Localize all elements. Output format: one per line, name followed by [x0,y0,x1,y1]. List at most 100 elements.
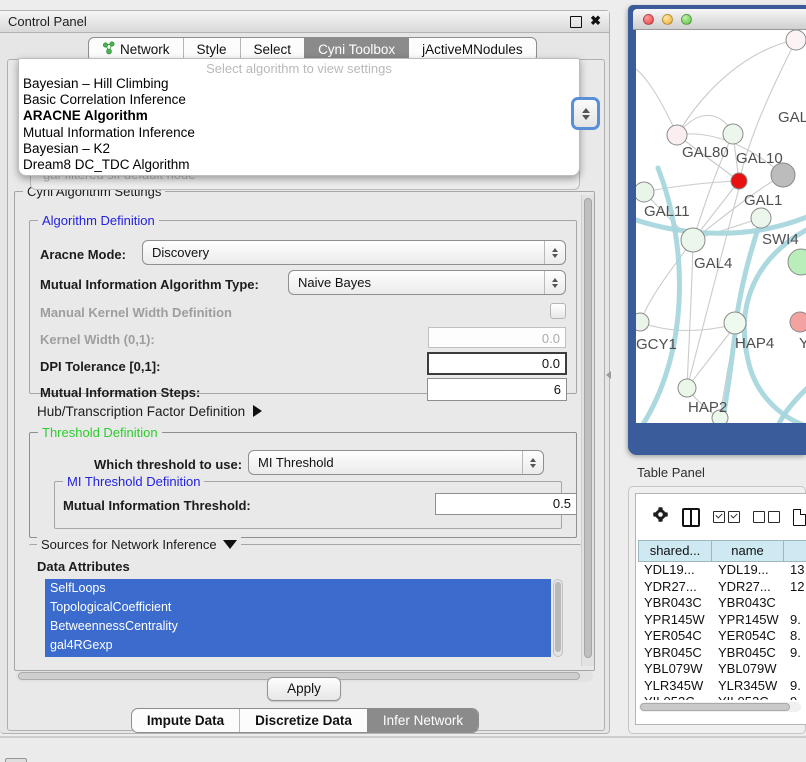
control-panel-window: Control Panel ✖ Network Style Select Cyn… [0,10,610,734]
aracne-mode-label: Aracne Mode: [40,247,126,262]
control-panel-title: Control Panel [8,14,87,29]
float-window-icon[interactable] [570,16,582,28]
table-row[interactable]: YER054CYER054C8. [638,628,806,645]
which-threshold-combo[interactable]: MI Threshold [248,450,544,475]
expand-right-icon [253,405,262,417]
table-row[interactable]: YDL19...YDL19...13 [638,562,806,579]
columns-icon[interactable] [682,508,700,527]
algorithm-option[interactable]: Bayesian – Hill Climbing [19,76,579,92]
attribute-item-selected[interactable]: SelfLoops [45,579,551,598]
table-row[interactable]: YBR043CYBR043C [638,595,806,612]
document-icon[interactable] [793,509,806,526]
minimize-traffic-light-icon[interactable] [662,14,673,25]
sources-group-title[interactable]: Sources for Network Inference [37,537,241,552]
threshold-definition-group: Threshold Definition Which threshold to … [29,432,577,538]
cyni-algorithm-settings-group: Cyni Algorithm Settings Algorithm Defini… [14,191,595,671]
mi-threshold-field[interactable]: 0.5 [435,493,577,515]
svg-text:GAL80: GAL80 [682,144,729,161]
attribute-item-selected[interactable]: TopologicalCoefficient [45,598,551,617]
attribute-list-scrollbar[interactable] [553,579,563,657]
svg-text:Y: Y [799,335,806,352]
combo-arrows-icon [544,271,565,294]
network-canvas[interactable]: GALGAL80GAL10GAL1GAL11SWI4GAL4GCY1HAP4YH… [636,30,806,423]
algorithm-definition-group: Algorithm Definition Aracne Mode: Discov… [29,220,577,394]
spinner-up-icon[interactable] [582,108,590,113]
kernel-width-field[interactable]: 0.0 [428,327,566,348]
control-panel-titlebar[interactable]: Control Panel ✖ [0,11,609,33]
hub-definition-label: Hub/Transcription Factor Definition [37,404,245,419]
table-header-row: shared... name A [638,540,806,562]
tab-impute-data[interactable]: Impute Data [132,709,239,732]
which-threshold-value: MI Threshold [249,455,522,470]
aracne-mode-value: Discovery [143,245,544,260]
table-row[interactable]: YIL052CYIL052C9. [638,694,806,700]
table-panel-window: shared... name A YDL19...YDL19...13 YDR2… [628,486,806,734]
attribute-item-selected[interactable]: gal4RGexp [45,636,551,655]
deselect-all-checkboxes-icon[interactable] [753,511,780,523]
table-horizontal-scrollbar[interactable] [639,702,801,712]
table-row[interactable]: YBR045CYBR045C9. [638,645,806,662]
svg-text:SWI4: SWI4 [762,231,799,248]
svg-text:GCY1: GCY1 [636,336,677,353]
select-all-checkboxes-icon[interactable] [713,511,740,523]
mi-steps-label: Mutual Information Steps: [40,385,200,400]
attribute-item-selected[interactable]: BetweennessCentrality [45,617,551,636]
mi-steps-field[interactable]: 6 [427,378,567,401]
table-row[interactable]: YPR145WYPR145W9. [638,612,806,629]
close-icon[interactable]: ✖ [590,13,601,29]
algorithm-option[interactable]: Mutual Information Inference [19,125,579,141]
kernel-width-label: Kernel Width (0,1): [40,332,155,347]
bottom-strip [0,736,806,762]
data-attributes-list[interactable]: SelfLoops TopologicalCoefficient Between… [45,579,551,657]
table-panel-title: Table Panel [637,465,705,480]
mi-type-label: Mutual Information Algorithm Type: [40,277,259,292]
network-canvas-svg: GALGAL80GAL10GAL1GAL11SWI4GAL4GCY1HAP4YH… [636,30,806,423]
mi-threshold-definition-title: MI Threshold Definition [63,474,204,489]
application-screen: Control Panel ✖ Network Style Select Cyn… [0,0,806,762]
table-row[interactable]: YBL079WYBL079W [638,661,806,678]
docked-window-icon[interactable] [5,758,27,762]
svg-text:GAL1: GAL1 [744,192,782,209]
sources-group: Sources for Network Inference Data Attri… [29,544,581,663]
mi-threshold-label: Mutual Information Threshold: [63,498,251,513]
cyni-bottom-tabbar: Impute Data Discretize Data Infer Networ… [0,708,610,733]
mi-threshold-definition-group: MI Threshold Definition Mutual Informati… [54,481,562,529]
tab-infer-network[interactable]: Infer Network [367,709,478,732]
algorithm-option[interactable]: Dream8 DC_TDC Algorithm [19,157,579,173]
svg-text:GAL11: GAL11 [644,203,690,220]
dpi-tolerance-field[interactable]: 0.0 [427,352,567,375]
column-header-third[interactable]: A [784,540,806,562]
node-table: shared... name A YDL19...YDL19...13 YDR2… [635,493,806,725]
column-header-name[interactable]: name [712,540,784,562]
hub-definition-expander[interactable]: Hub/Transcription Factor Definition [37,404,262,419]
apply-button[interactable]: Apply [267,677,341,701]
spinner-down-icon[interactable] [582,115,590,120]
table-row[interactable]: YLR345WYLR345W9. [638,678,806,695]
algorithm-option-selected[interactable]: ARACNE Algorithm [19,108,579,124]
svg-text:GAL: GAL [778,109,806,126]
network-window-titlebar[interactable] [633,9,806,30]
settings-vertical-scrollbar[interactable] [581,195,594,666]
network-icon [102,41,115,58]
column-header-shared-name[interactable]: shared... [638,540,712,562]
manual-kernel-label: Manual Kernel Width Definition [40,305,232,320]
which-threshold-label: Which threshold to use: [94,457,242,472]
mi-type-combo[interactable]: Naive Bayes [288,270,566,295]
dpi-tolerance-label: DPI Tolerance [0,1]: [40,359,160,374]
algorithm-option[interactable]: Basic Correlation Inference [19,92,579,108]
table-body: YDL19...YDL19...13 YDR27...YDR27...12 YB… [638,562,806,700]
combo-arrows-icon [544,241,565,264]
collapse-down-icon [223,540,237,549]
close-traffic-light-icon[interactable] [643,14,654,25]
svg-text:HAP2: HAP2 [688,399,727,416]
svg-text:HAP4: HAP4 [735,335,774,352]
gear-icon[interactable] [652,506,669,528]
aracne-mode-combo[interactable]: Discovery [142,240,566,265]
table-row[interactable]: YDR27...YDR27...12 [638,579,806,596]
algorithm-definition-title: Algorithm Definition [38,213,159,228]
manual-kernel-checkbox[interactable] [550,303,566,319]
focused-spinner-button[interactable] [571,97,600,130]
zoom-traffic-light-icon[interactable] [681,14,692,25]
tab-discretize-data[interactable]: Discretize Data [239,709,367,732]
algorithm-option[interactable]: Bayesian – K2 [19,141,579,157]
